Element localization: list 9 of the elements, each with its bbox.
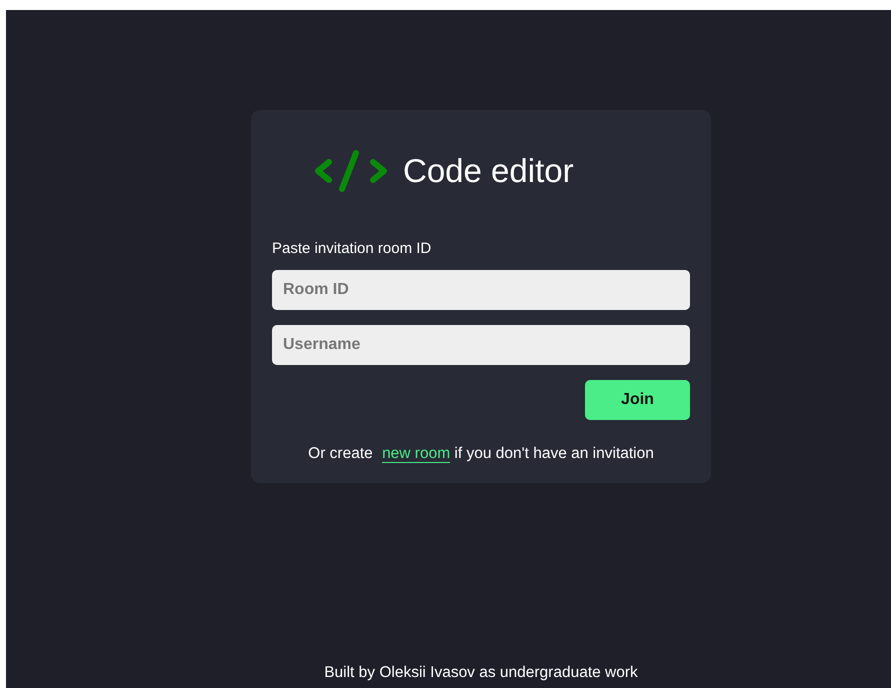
app-title: Code editor (403, 152, 574, 190)
form-label: Paste invitation room ID (272, 240, 432, 257)
join-button[interactable]: Join (585, 380, 690, 420)
invite-note: Or create new room if you don't have an invitation (307, 445, 655, 463)
footer-text: Built by Oleksii Ivasov as undergraduate work (323, 664, 639, 682)
input-field[interactable]: Username (272, 325, 690, 365)
code-brackets-icon (313, 150, 389, 192)
input-field[interactable]: Room ID (272, 270, 690, 310)
new-room-link[interactable]: new room (382, 445, 450, 463)
